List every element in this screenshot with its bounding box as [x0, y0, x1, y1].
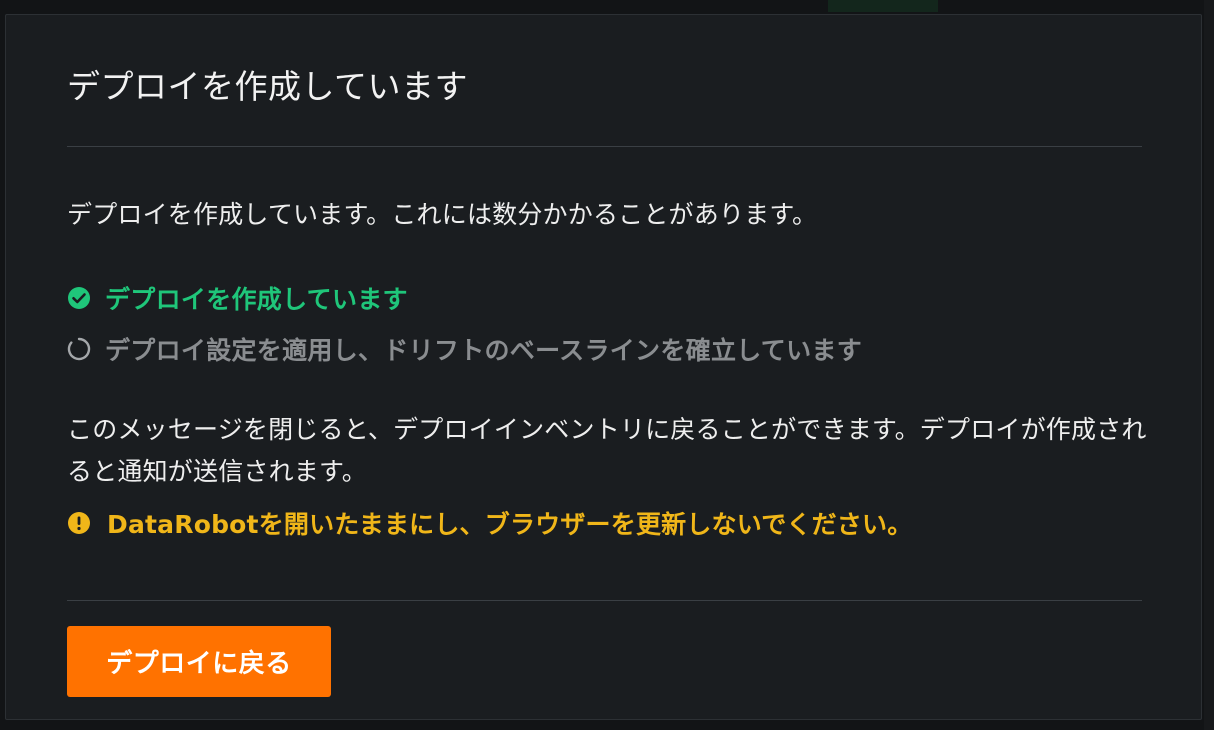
warning-text: DataRobotを開いたままにし、ブラウザーを更新しないでください。: [107, 510, 913, 539]
intro-text: デプロイを作成しています。これには数分かかることがあります。: [67, 200, 818, 229]
step-create-deployment: デプロイを作成しています: [67, 280, 408, 316]
deployment-creation-modal: デプロイを作成しています デプロイを作成しています。これには数分かかることがあり…: [5, 14, 1202, 720]
step-apply-settings: デプロイ設定を適用し、ドリフトのベースラインを確立しています: [67, 331, 862, 367]
warning-message: DataRobotを開いたままにし、ブラウザーを更新しないでください。: [67, 505, 912, 541]
backdrop-accent: [828, 0, 938, 12]
return-to-deployments-button[interactable]: デプロイに戻る: [67, 626, 331, 697]
check-circle-icon: [68, 287, 90, 309]
step-label: デプロイ設定を適用し、ドリフトのベースラインを確立しています: [105, 336, 863, 365]
info-text: このメッセージを閉じると、デプロイインベントリに戻ることができます。デプロイが作…: [67, 415, 1147, 486]
step-label: デプロイを作成しています: [105, 285, 408, 314]
exclamation-circle-icon: [68, 512, 90, 534]
backdrop-edge: [1204, 0, 1214, 730]
header-divider: [67, 146, 1142, 147]
modal-title: デプロイを作成しています: [67, 67, 469, 106]
spinner-icon: [67, 337, 91, 361]
footer-divider: [67, 600, 1142, 601]
